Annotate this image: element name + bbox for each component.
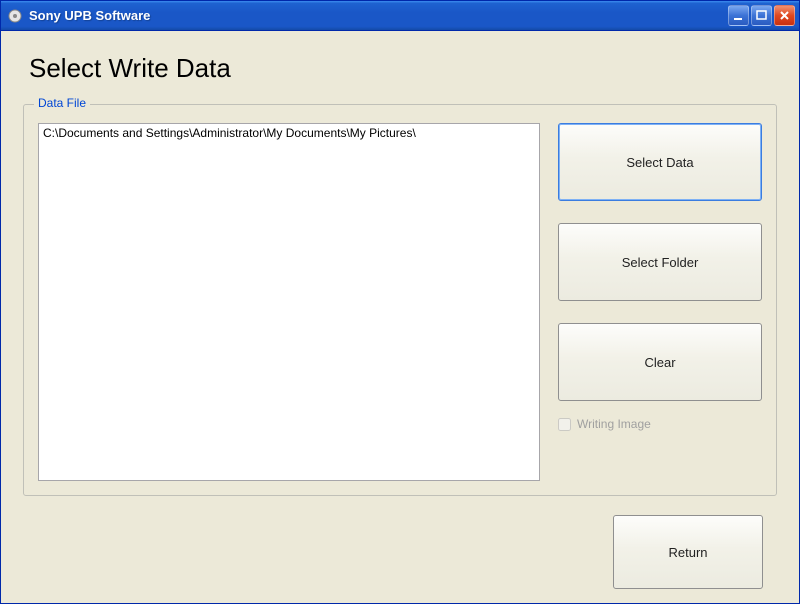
data-file-group: Data File C:\Documents and Settings\Admi… (23, 104, 777, 496)
close-button[interactable] (774, 5, 795, 26)
app-icon (7, 8, 23, 24)
page-title: Select Write Data (29, 53, 775, 84)
writing-image-row: Writing Image (558, 417, 762, 431)
titlebar: Sony UPB Software (1, 1, 799, 31)
return-button[interactable]: Return (613, 515, 763, 589)
titlebar-text: Sony UPB Software (29, 8, 728, 23)
button-column: Select Data Select Folder Clear Writing … (558, 123, 762, 481)
app-window: Sony UPB Software Select Write Data Data… (0, 0, 800, 604)
return-row: Return (613, 515, 763, 589)
clear-button[interactable]: Clear (558, 323, 762, 401)
maximize-button[interactable] (751, 5, 772, 26)
select-data-button[interactable]: Select Data (558, 123, 762, 201)
writing-image-label: Writing Image (577, 417, 651, 431)
minimize-button[interactable] (728, 5, 749, 26)
group-legend: Data File (34, 96, 90, 110)
file-list[interactable]: C:\Documents and Settings\Administrator\… (38, 123, 540, 481)
select-folder-button[interactable]: Select Folder (558, 223, 762, 301)
writing-image-checkbox[interactable] (558, 418, 571, 431)
list-item[interactable]: C:\Documents and Settings\Administrator\… (43, 126, 535, 140)
group-inner: C:\Documents and Settings\Administrator\… (38, 123, 762, 481)
title-controls (728, 5, 795, 26)
content-area: Select Write Data Data File C:\Documents… (1, 31, 799, 603)
